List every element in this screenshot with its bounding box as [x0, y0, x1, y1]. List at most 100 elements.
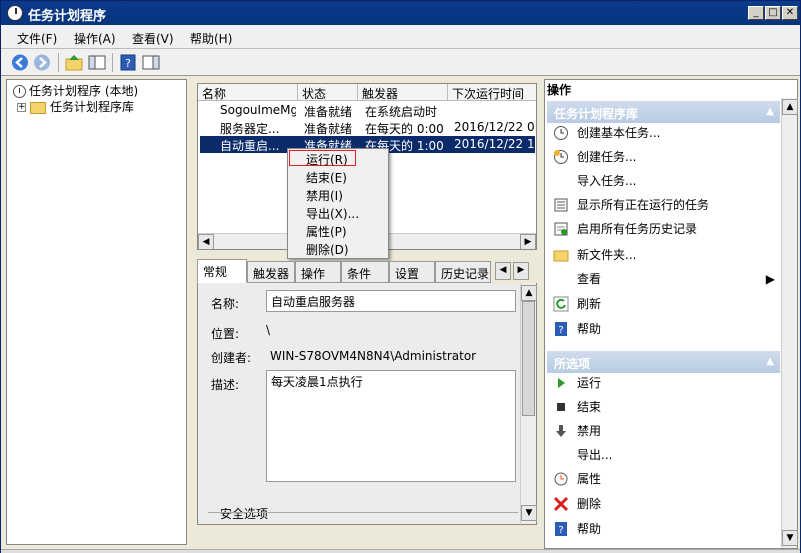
action-import-task[interactable]: 导入任务... — [553, 172, 636, 194]
section-library-title: 任务计划程序库 — [554, 107, 639, 121]
tree-root[interactable]: 任务计划程序 (本地) — [13, 82, 138, 98]
menu-action[interactable]: 操作(A) — [74, 30, 116, 47]
action-run[interactable]: 运行 — [553, 374, 601, 396]
detail-scrollbar[interactable]: ▲ ▼ — [520, 283, 537, 523]
action-help-selected[interactable]: ? 帮助 — [553, 520, 601, 542]
general-tab-panel: 名称: 自动重启服务器 位置: \ 创建者: WIN-S78OVM4N8N4\A… — [197, 283, 537, 525]
delete-icon — [553, 496, 569, 511]
task-row[interactable]: 服务器定... 准备就绪 在每天的 0:00 2016/12/22 0:0 — [200, 119, 536, 136]
status-bar — [1, 549, 800, 553]
up-folder-icon[interactable] — [64, 53, 84, 72]
context-end[interactable]: 结束(E) — [306, 169, 347, 187]
action-refresh[interactable]: 刷新 — [553, 295, 601, 317]
tab-history[interactable]: 历史记录 — [435, 261, 491, 283]
main-window: 任务计划程序 _ □ ✕ 文件(F) 操作(A) 查看(V) 帮助(H) ? 任… — [0, 0, 801, 553]
context-run[interactable]: 运行(R) — [306, 151, 348, 169]
stop-icon — [557, 402, 565, 411]
minimize-button[interactable]: _ — [748, 6, 764, 20]
svg-text:?: ? — [558, 525, 563, 536]
history-icon — [554, 222, 568, 235]
scroll-up-icon[interactable]: ▲ — [521, 285, 537, 301]
name-label: 名称: — [211, 297, 240, 311]
actions-scroll-down-icon[interactable]: ▼ — [782, 530, 798, 546]
play-icon — [558, 377, 565, 388]
action-show-running[interactable]: 显示所有正在运行的任务 — [553, 196, 709, 218]
tab-scroll-right-icon[interactable]: ▶ — [513, 262, 529, 280]
action-create-basic-task[interactable]: 创建基本任务... — [553, 124, 660, 146]
show-hide-action-pane-icon[interactable] — [141, 53, 161, 72]
context-properties[interactable]: 属性(P) — [306, 223, 347, 241]
actions-title: 操作 — [547, 83, 572, 97]
tab-conditions[interactable]: 条件 — [341, 261, 389, 283]
location-label: 位置: — [211, 327, 240, 341]
action-properties[interactable]: 属性 — [553, 470, 601, 492]
task-row[interactable]: SogouImeMgr 准备就绪 在系统启动时 — [200, 102, 535, 119]
scroll-left-icon[interactable]: ◀ — [198, 234, 214, 249]
down-arrow-icon — [556, 424, 566, 437]
clock-add-icon — [554, 149, 568, 164]
action-export[interactable]: 导出... — [553, 446, 612, 468]
actions-scroll-up-icon[interactable]: ▲ — [782, 99, 798, 115]
help-icon: ? — [555, 521, 567, 536]
collapse-icon[interactable]: ▲ — [766, 356, 774, 367]
clock-icon — [554, 125, 568, 140]
title-bar: 任务计划程序 _ □ ✕ — [1, 1, 800, 25]
menu-help[interactable]: 帮助(H) — [190, 30, 232, 47]
context-disable[interactable]: 禁用(I) — [306, 187, 343, 205]
location-value: \ — [266, 323, 271, 337]
description-field[interactable]: 每天凌晨1点执行 — [266, 370, 516, 482]
show-hide-tree-icon[interactable] — [87, 53, 107, 72]
menu-bar: 文件(F) 操作(A) 查看(V) 帮助(H) — [1, 25, 800, 49]
scroll-right-icon[interactable]: ▶ — [520, 234, 536, 249]
scroll-down-icon[interactable]: ▼ — [521, 505, 537, 521]
action-end[interactable]: 结束 — [553, 398, 601, 420]
clock-icon — [13, 85, 26, 98]
clock-icon — [7, 5, 23, 21]
security-options-label: 安全选项 — [218, 505, 271, 522]
help-icon[interactable]: ? — [118, 53, 138, 72]
expand-icon[interactable]: + — [17, 103, 26, 112]
column-status[interactable]: 状态 — [298, 84, 358, 101]
action-create-task[interactable]: 创建任务... — [553, 148, 636, 170]
help-icon: ? — [555, 321, 567, 336]
maximize-button[interactable]: □ — [765, 6, 781, 20]
menu-file[interactable]: 文件(F) — [17, 30, 57, 47]
context-menu: 运行(R) 结束(E) 禁用(I) 导出(X)... 属性(P) 删除(D) — [287, 148, 389, 259]
column-name[interactable]: 名称 — [198, 84, 298, 101]
scroll-thumb[interactable] — [522, 301, 535, 416]
tree-pane: 任务计划程序 (本地) + 任务计划程序库 — [6, 79, 187, 545]
author-label: 创建者: — [211, 351, 252, 365]
refresh-icon — [553, 296, 569, 311]
action-new-folder[interactable]: 新文件夹... — [553, 246, 636, 268]
collapse-icon[interactable]: ▲ — [766, 106, 774, 117]
back-arrow-icon[interactable] — [10, 53, 30, 72]
tab-triggers[interactable]: 触发器 — [247, 261, 295, 283]
clock-icon — [554, 472, 568, 485]
action-view[interactable]: 查看 ▶ — [553, 270, 775, 292]
section-selected-header[interactable]: 所选项 ▲ — [547, 351, 780, 373]
tree-library-label: 任务计划程序库 — [50, 100, 135, 114]
tab-scroll-left-icon[interactable]: ◀ — [495, 262, 511, 280]
action-delete[interactable]: 删除 — [553, 495, 601, 517]
new-folder-icon — [553, 250, 569, 261]
tree-item-library[interactable]: + 任务计划程序库 — [17, 98, 134, 114]
action-enable-history[interactable]: 启用所有任务历史记录 — [553, 220, 697, 242]
name-field[interactable]: 自动重启服务器 — [266, 290, 516, 312]
description-label: 描述: — [211, 378, 240, 392]
column-next-run[interactable]: 下次运行时间 — [448, 84, 536, 101]
tab-general[interactable]: 常规 — [197, 259, 247, 283]
action-disable[interactable]: 禁用 — [553, 422, 601, 444]
context-delete[interactable]: 删除(D) — [306, 241, 349, 259]
section-library-header[interactable]: 任务计划程序库 ▲ — [547, 101, 780, 123]
submenu-arrow-icon: ▶ — [765, 272, 775, 286]
forward-arrow-icon[interactable] — [32, 53, 52, 72]
actions-scrollbar[interactable]: ▲ ▼ — [781, 98, 798, 548]
column-trigger[interactable]: 触发器 — [358, 84, 448, 101]
window-title: 任务计划程序 — [28, 9, 107, 24]
action-help-library[interactable]: ? 帮助 — [553, 320, 601, 342]
context-export[interactable]: 导出(X)... — [306, 205, 359, 223]
menu-view[interactable]: 查看(V) — [132, 30, 174, 47]
tab-actions[interactable]: 操作 — [295, 261, 341, 283]
close-button[interactable]: ✕ — [782, 6, 798, 20]
tab-settings[interactable]: 设置 — [389, 261, 435, 283]
